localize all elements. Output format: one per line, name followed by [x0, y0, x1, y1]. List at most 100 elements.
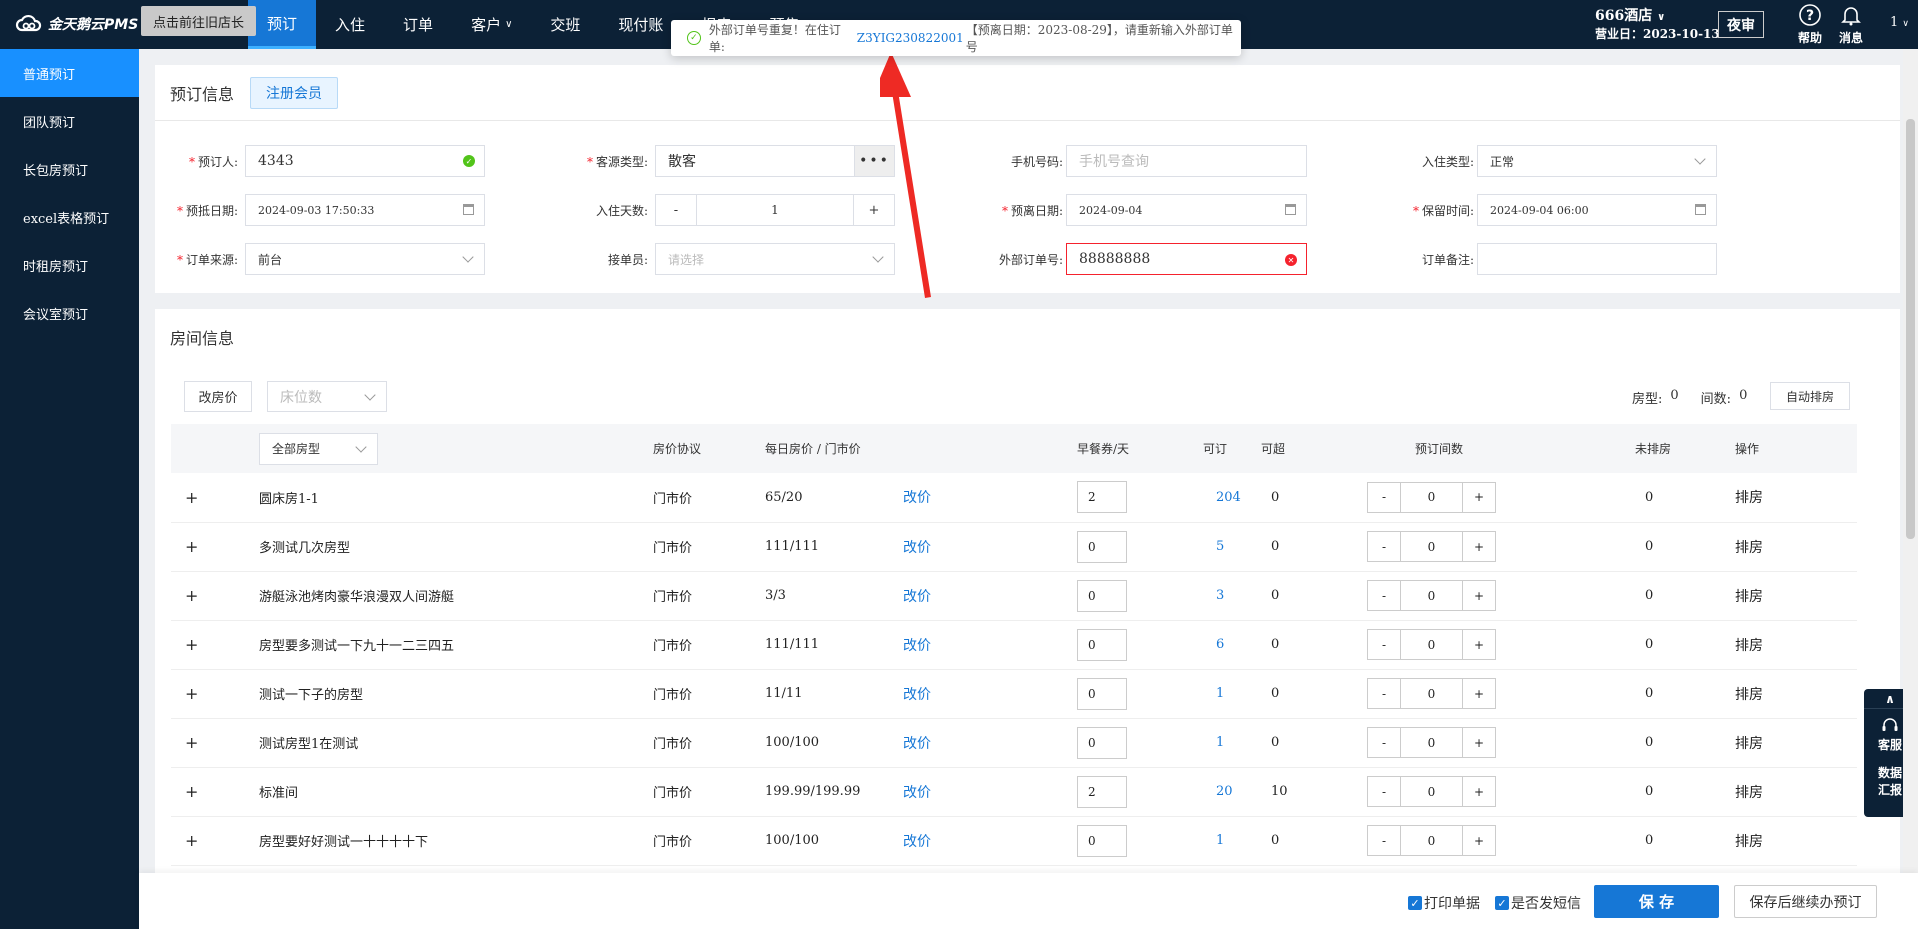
hotel-selector[interactable]: 666酒店 ∨	[1595, 5, 1665, 25]
receiver-select[interactable]: 请选择	[655, 243, 895, 275]
sidebar-item-excel-booking[interactable]: excel表格预订	[0, 193, 139, 241]
save-and-continue-button[interactable]: 保存后继续办预订	[1734, 885, 1877, 918]
available-count[interactable]: 204	[1216, 490, 1241, 505]
assign-room-link[interactable]: 排房	[1728, 522, 1857, 572]
scrollbar-thumb[interactable]	[1906, 119, 1915, 539]
available-count[interactable]: 6	[1216, 637, 1224, 652]
decrement-button[interactable]: -	[656, 195, 697, 225]
expand-plus-icon[interactable]: +	[185, 586, 198, 605]
phone-input[interactable]: 手机号查询	[1066, 145, 1307, 177]
sidebar-item-hourly-booking[interactable]: 时租房预订	[0, 241, 139, 289]
assign-room-link[interactable]: 排房	[1728, 473, 1857, 523]
breakfast-input[interactable]: 0	[1077, 579, 1127, 612]
increment-button[interactable]: +	[1463, 777, 1495, 806]
messages-button[interactable]: 消息	[1833, 3, 1869, 46]
edit-price-link[interactable]: 改价	[903, 589, 931, 605]
expand-plus-icon[interactable]: +	[185, 537, 198, 556]
nav-item-cash-account[interactable]: 现付账	[599, 0, 682, 49]
breakfast-input[interactable]: 0	[1077, 677, 1127, 710]
user-menu[interactable]: 1 ∨	[1890, 15, 1909, 30]
decrement-button[interactable]: -	[1368, 728, 1400, 757]
edit-price-link[interactable]: 改价	[903, 834, 931, 850]
auto-assign-button[interactable]: 自动排房	[1770, 382, 1850, 410]
breakfast-input[interactable]: 0	[1077, 530, 1127, 563]
breakfast-input[interactable]: 0	[1077, 824, 1127, 857]
edit-price-link[interactable]: 改价	[903, 638, 931, 654]
expand-plus-icon[interactable]: +	[185, 684, 198, 703]
increment-button[interactable]: +	[1463, 581, 1495, 610]
page-scrollbar[interactable]	[1903, 49, 1918, 873]
assign-room-link[interactable]: 排房	[1728, 816, 1857, 866]
assign-room-link[interactable]: 排房	[1728, 620, 1857, 670]
expand-plus-icon[interactable]: +	[185, 782, 198, 801]
stay-days-value[interactable]: 1	[697, 195, 853, 225]
breakfast-input[interactable]: 0	[1077, 628, 1127, 661]
book-count-value[interactable]: 0	[1400, 826, 1463, 855]
order-source-select[interactable]: 前台	[245, 243, 485, 275]
available-count[interactable]: 1	[1216, 735, 1224, 750]
save-button[interactable]: 保 存	[1594, 885, 1719, 918]
send-sms-checkbox[interactable]: ✓ 是否发短信	[1495, 893, 1581, 913]
departure-date-input[interactable]: 2024-09-04	[1066, 194, 1307, 226]
book-count-value[interactable]: 0	[1400, 679, 1463, 708]
assign-room-link[interactable]: 排房	[1728, 767, 1857, 817]
book-count-value[interactable]: 0	[1400, 532, 1463, 561]
sidebar-item-normal-booking[interactable]: 普通预订	[0, 49, 139, 97]
decrement-button[interactable]: -	[1368, 679, 1400, 708]
edit-price-link[interactable]: 改价	[903, 687, 931, 703]
decrement-button[interactable]: -	[1368, 581, 1400, 610]
expand-plus-icon[interactable]: +	[185, 733, 198, 752]
available-count[interactable]: 3	[1216, 588, 1224, 603]
sidebar-item-long-stay-booking[interactable]: 长包房预订	[0, 145, 139, 193]
expand-plus-icon[interactable]: +	[185, 488, 198, 507]
expand-plus-icon[interactable]: +	[185, 635, 198, 654]
app-logo[interactable]: 金天鹅云PMS	[14, 13, 138, 35]
decrement-button[interactable]: -	[1368, 483, 1400, 512]
sidebar-item-group-booking[interactable]: 团队预订	[0, 97, 139, 145]
book-count-value[interactable]: 0	[1400, 482, 1463, 512]
assign-room-link[interactable]: 排房	[1728, 571, 1857, 621]
increment-button[interactable]: +	[1463, 630, 1495, 659]
breakfast-input[interactable]: 0	[1077, 726, 1127, 759]
available-count[interactable]: 5	[1216, 539, 1224, 554]
room-type-filter-select[interactable]: 全部房型	[259, 432, 378, 465]
decrement-button[interactable]: -	[1368, 777, 1400, 806]
sidebar-item-meeting-room-booking[interactable]: 会议室预订	[0, 289, 139, 337]
book-count-value[interactable]: 0	[1400, 728, 1463, 757]
change-room-price-button[interactable]: 改房价	[184, 381, 252, 412]
increment-button[interactable]: +	[1463, 728, 1495, 757]
decrement-button[interactable]: -	[1368, 630, 1400, 659]
external-order-input[interactable]: 88888888 ✕	[1066, 243, 1307, 275]
source-type-input[interactable]: 散客 •••	[655, 145, 895, 177]
assign-room-link[interactable]: 排房	[1728, 669, 1857, 719]
toast-order-link[interactable]: Z3YIG230822001	[857, 31, 964, 45]
edit-price-link[interactable]: 改价	[903, 785, 931, 801]
decrement-button[interactable]: -	[1368, 532, 1400, 561]
clear-error-icon[interactable]: ✕	[1285, 254, 1297, 266]
nav-item-checkin[interactable]: 入住	[316, 0, 384, 49]
decrement-button[interactable]: -	[1368, 826, 1400, 855]
available-count[interactable]: 20	[1216, 784, 1233, 799]
increment-button[interactable]: +	[1463, 483, 1495, 512]
increment-button[interactable]: +	[1463, 826, 1495, 855]
breakfast-input[interactable]: 2	[1077, 481, 1127, 514]
breakfast-input[interactable]: 2	[1077, 775, 1127, 808]
bed-count-select[interactable]: 床位数	[267, 381, 387, 412]
print-receipt-checkbox[interactable]: ✓ 打印单据	[1408, 893, 1480, 913]
book-count-value[interactable]: 0	[1400, 581, 1463, 610]
available-count[interactable]: 1	[1216, 833, 1224, 848]
help-button[interactable]: ? 帮助	[1792, 3, 1828, 46]
nav-item-orders[interactable]: 订单	[384, 0, 452, 49]
checkin-type-select[interactable]: 正常	[1477, 145, 1717, 177]
edit-price-link[interactable]: 改价	[903, 490, 931, 506]
nav-item-shift[interactable]: 交班	[531, 0, 599, 49]
nav-item-booking[interactable]: 预订	[248, 0, 317, 49]
register-member-button[interactable]: 注册会员	[250, 76, 339, 109]
nav-item-customers[interactable]: 客户 ∨	[452, 0, 531, 49]
book-count-value[interactable]: 0	[1400, 777, 1463, 806]
arrival-date-input[interactable]: 2024-09-03 17:50:33	[245, 194, 485, 226]
assign-room-link[interactable]: 排房	[1728, 718, 1857, 768]
available-count[interactable]: 1	[1216, 686, 1224, 701]
increment-button[interactable]: +	[1463, 679, 1495, 708]
back-to-old-version-tooltip[interactable]: 点击前往旧店长	[141, 6, 256, 36]
